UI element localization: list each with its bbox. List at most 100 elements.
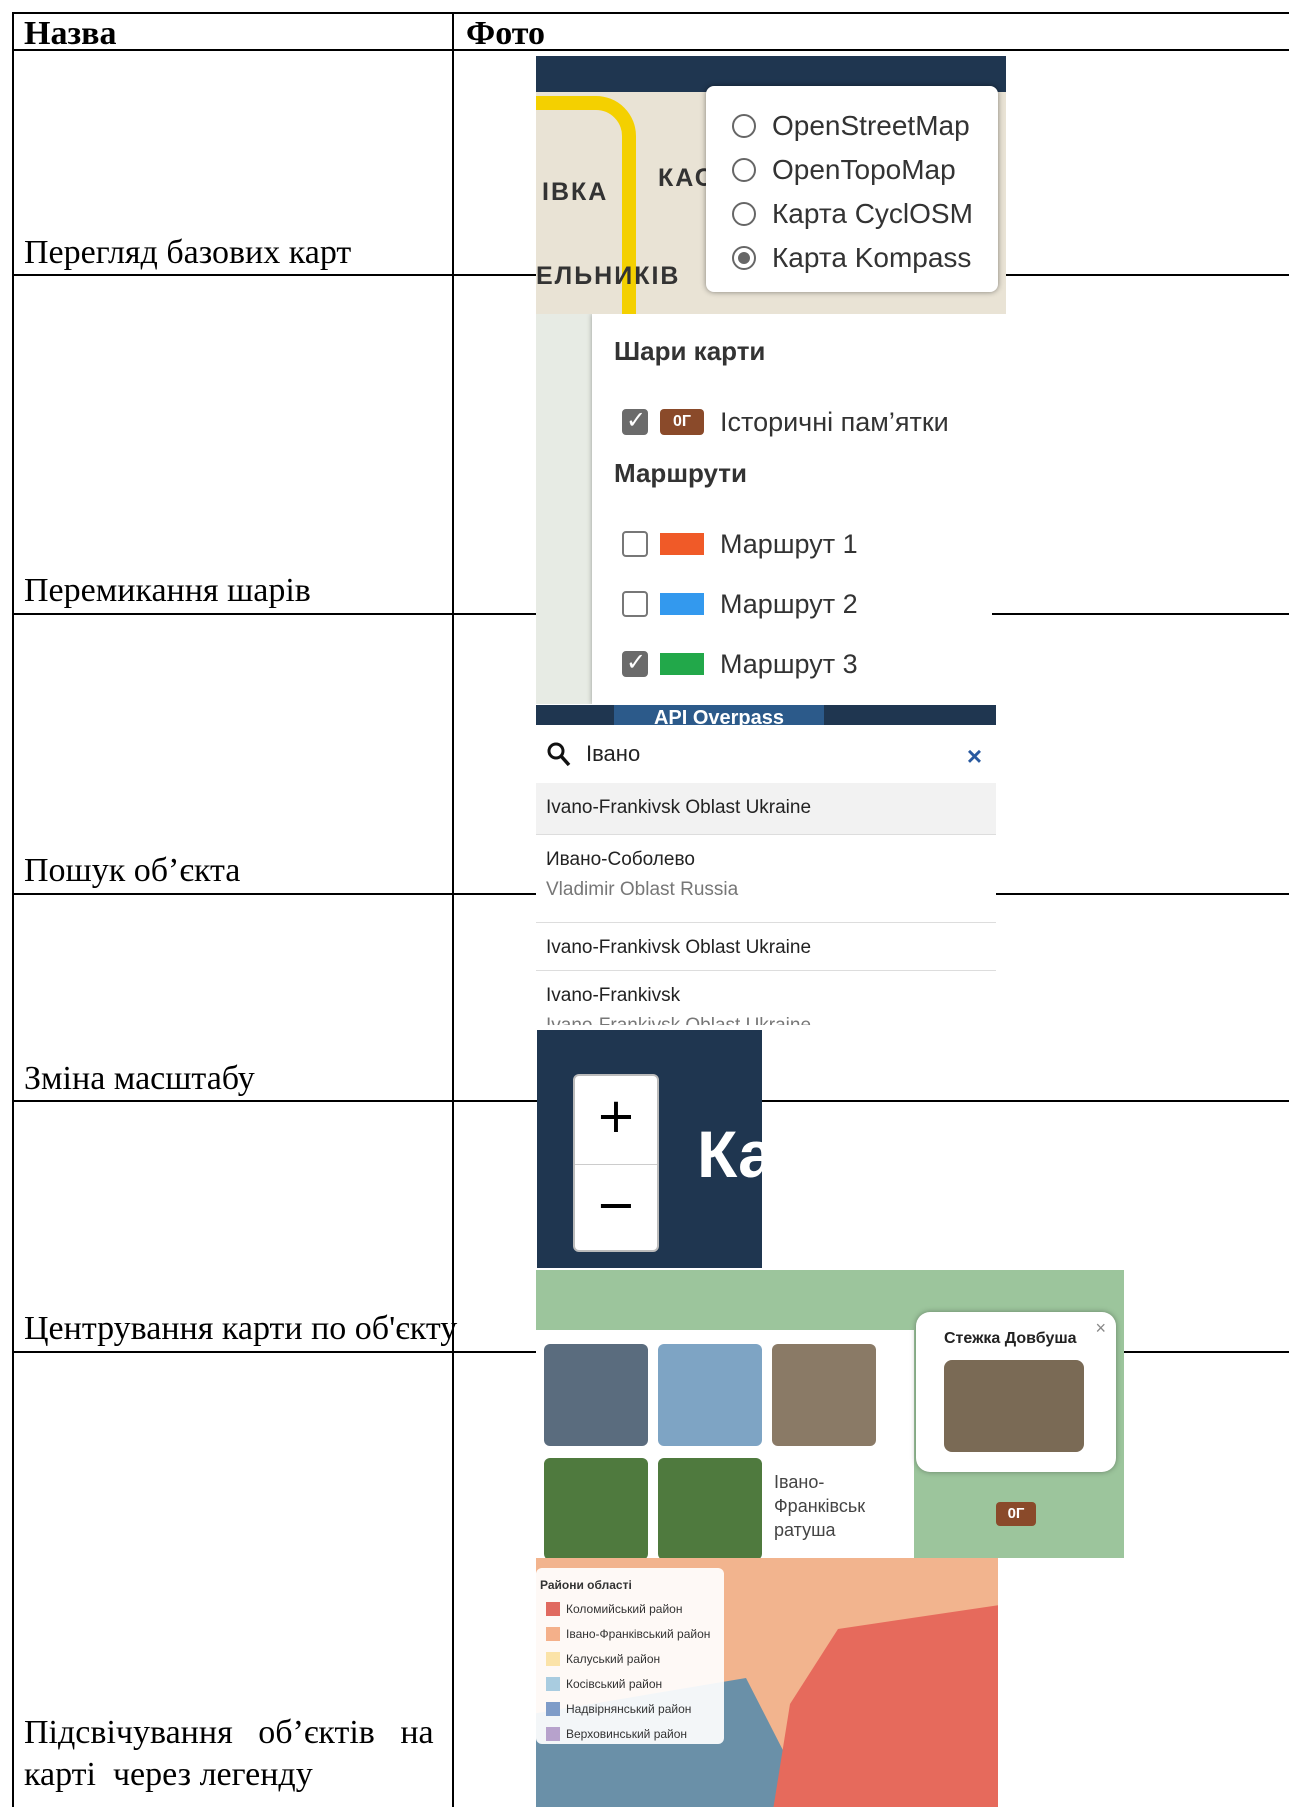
header-photo: Фото (466, 15, 546, 52)
layer-route-1[interactable]: Маршрут 1 (614, 514, 992, 574)
close-icon[interactable]: × (1095, 1318, 1106, 1339)
layer-control: Шари карти 0Г Історичні пам’ятки Маршрут… (592, 314, 992, 704)
search-screenshot: API Overpass Івано × Ivano-Frankivsk Obl… (536, 705, 996, 1025)
basemap-screenshot: ІВКА КАС ЕЛЬНИКІВ OpenStreetMap OpenTopo… (536, 56, 1006, 314)
zoom-out-button[interactable]: − (575, 1164, 657, 1252)
gallery-photo[interactable] (658, 1344, 762, 1446)
radio-icon[interactable] (732, 158, 756, 182)
basemap-option-label: OpenStreetMap (772, 110, 970, 141)
map-label: ЕЛЬНИКІВ (536, 262, 681, 290)
zoom-control: + − (573, 1074, 659, 1252)
zoom-screenshot: + − Ка (537, 1030, 762, 1268)
legend-item[interactable]: Івано-Франківський район (540, 1621, 720, 1646)
checkbox-icon[interactable] (622, 591, 648, 617)
map-label: ІВКА (542, 178, 609, 206)
legend-swatch (546, 1701, 560, 1716)
legend-label: Верховинський район (566, 1726, 688, 1741)
basemap-option-osm[interactable]: OpenStreetMap (732, 104, 998, 148)
legend-item[interactable]: Верховинський район (540, 1721, 720, 1746)
layer-label: Маршрут 3 (720, 648, 858, 679)
search-result[interactable]: Ivano-Frankivsk Oblast Ukraine (536, 783, 996, 835)
legend-item[interactable]: Надвірнянський район (540, 1696, 720, 1721)
basemap-switcher: OpenStreetMap OpenTopoMap Карта CyclOSM … (706, 86, 998, 292)
legend-title: Райони області (540, 1578, 632, 1592)
row-name-legend-line1: Підсвічування об’єктів на (24, 1714, 434, 1751)
layer-label: Маршрут 2 (720, 588, 858, 619)
monument-marker-icon[interactable]: 0Г (996, 1502, 1036, 1526)
app-title-fragment: Ка (697, 1117, 762, 1191)
basemap-option-label: OpenTopoMap (772, 154, 956, 185)
result-title: Ивано-Соболево (546, 849, 695, 870)
layer-historic[interactable]: 0Г Історичні пам’ятки (614, 392, 992, 452)
row-name-zoom: Зміна масштабу (24, 1060, 255, 1097)
row-name-basemaps: Перегляд базових карт (24, 234, 352, 271)
legend-label: Коломийський район (566, 1601, 683, 1616)
gallery-photo[interactable] (772, 1344, 876, 1446)
broken-image-alt[interactable]: Івано-Франківськ ратуша (774, 1470, 878, 1558)
header-divider (12, 49, 1289, 51)
basemap-option-label: Карта Kompass (772, 242, 972, 273)
legend-swatch (546, 1676, 560, 1691)
legend-swatch (546, 1601, 560, 1616)
close-icon[interactable]: × (967, 741, 982, 772)
checkbox-checked-icon[interactable] (622, 406, 648, 435)
search-result[interactable]: Ивано-Соболево Vladimir Oblast Russia (536, 835, 996, 923)
routes-heading: Маршрути (614, 458, 748, 488)
header-name: Назва (24, 15, 117, 52)
basemap-option-cyclosm[interactable]: Карта CyclOSM (732, 192, 998, 236)
layer-label: Маршрут 1 (720, 528, 858, 559)
gallery-photo[interactable] (544, 1458, 648, 1558)
layer-route-3[interactable]: Маршрут 3 (614, 634, 992, 694)
search-result[interactable]: Ivano-Frankivsk Oblast Ukraine (536, 923, 996, 971)
legend-label: Косівський район (566, 1676, 663, 1691)
legend-item[interactable]: Косівський район (540, 1671, 720, 1696)
search-query: Івано (586, 741, 641, 766)
legend-item[interactable]: Коломийський район (540, 1596, 720, 1621)
basemap-option-label: Карта CyclOSM (772, 198, 973, 229)
legend-swatch (546, 1726, 560, 1741)
legend-swatch (546, 1626, 560, 1641)
district-area (766, 1604, 998, 1807)
center-screenshot: Івано-Франківськ ратуша Стежка Довбуша ×… (536, 1270, 1124, 1558)
basemap-option-kompass[interactable]: Карта Kompass (732, 236, 998, 280)
row-name-layers: Перемикання шарів (24, 572, 311, 609)
table-border-left (12, 12, 14, 1807)
legend-label: Калуський район (566, 1651, 661, 1666)
radio-selected-icon[interactable] (732, 246, 756, 270)
monument-icon: 0Г (660, 409, 704, 435)
checkbox-checked-icon[interactable] (622, 648, 648, 677)
basemap-option-opentopo[interactable]: OpenTopoMap (732, 148, 998, 192)
layer-route-2[interactable]: Маршрут 2 (614, 574, 992, 634)
search-icon (547, 742, 571, 767)
layers-heading: Шари карти (614, 336, 766, 366)
result-title: Ivano-Frankivsk Oblast Ukraine (546, 797, 812, 818)
layer-label: Історичні пам’ятки (720, 406, 949, 437)
search-input[interactable]: Івано × (536, 725, 996, 783)
route-color-swatch (660, 653, 704, 675)
popup-title: Стежка Довбуша (944, 1330, 1077, 1347)
legend-label: Івано-Франківський район (566, 1626, 711, 1641)
zoom-in-button[interactable]: + (575, 1076, 657, 1164)
table-border-top (12, 12, 1289, 14)
row-name-search: Пошук об’єкта (24, 852, 241, 889)
popup-photo (944, 1360, 1084, 1452)
route-color-swatch (660, 593, 704, 615)
legend-item[interactable]: Калуський район (540, 1646, 720, 1671)
row-name-legend-line2: карті через легенду (24, 1756, 313, 1793)
legend-screenshot: Райони області Коломийський район Івано-… (536, 1558, 998, 1807)
result-title: Ivano-Frankivsk Oblast Ukraine (546, 937, 812, 958)
checkbox-icon[interactable] (622, 531, 648, 557)
radio-icon[interactable] (732, 114, 756, 138)
gallery-photo[interactable] (544, 1344, 648, 1446)
object-popup: Стежка Довбуша × (916, 1312, 1116, 1472)
result-subtitle: Vladimir Oblast Russia (546, 879, 739, 900)
districts-legend: Райони області Коломийський район Івано-… (536, 1568, 724, 1744)
search-result[interactable]: Ivano-Frankivsk Ivano-Frankivsk Oblast U… (536, 971, 996, 1025)
overpass-tab[interactable]: API Overpass (614, 705, 824, 725)
legend-label: Надвірнянський район (566, 1701, 692, 1716)
radio-icon[interactable] (732, 202, 756, 226)
column-divider (452, 12, 454, 1807)
result-title: Ivano-Frankivsk (546, 985, 681, 1006)
gallery-photo[interactable] (658, 1458, 762, 1558)
result-subtitle: Ivano-Frankivsk Oblast Ukraine (546, 1011, 986, 1025)
